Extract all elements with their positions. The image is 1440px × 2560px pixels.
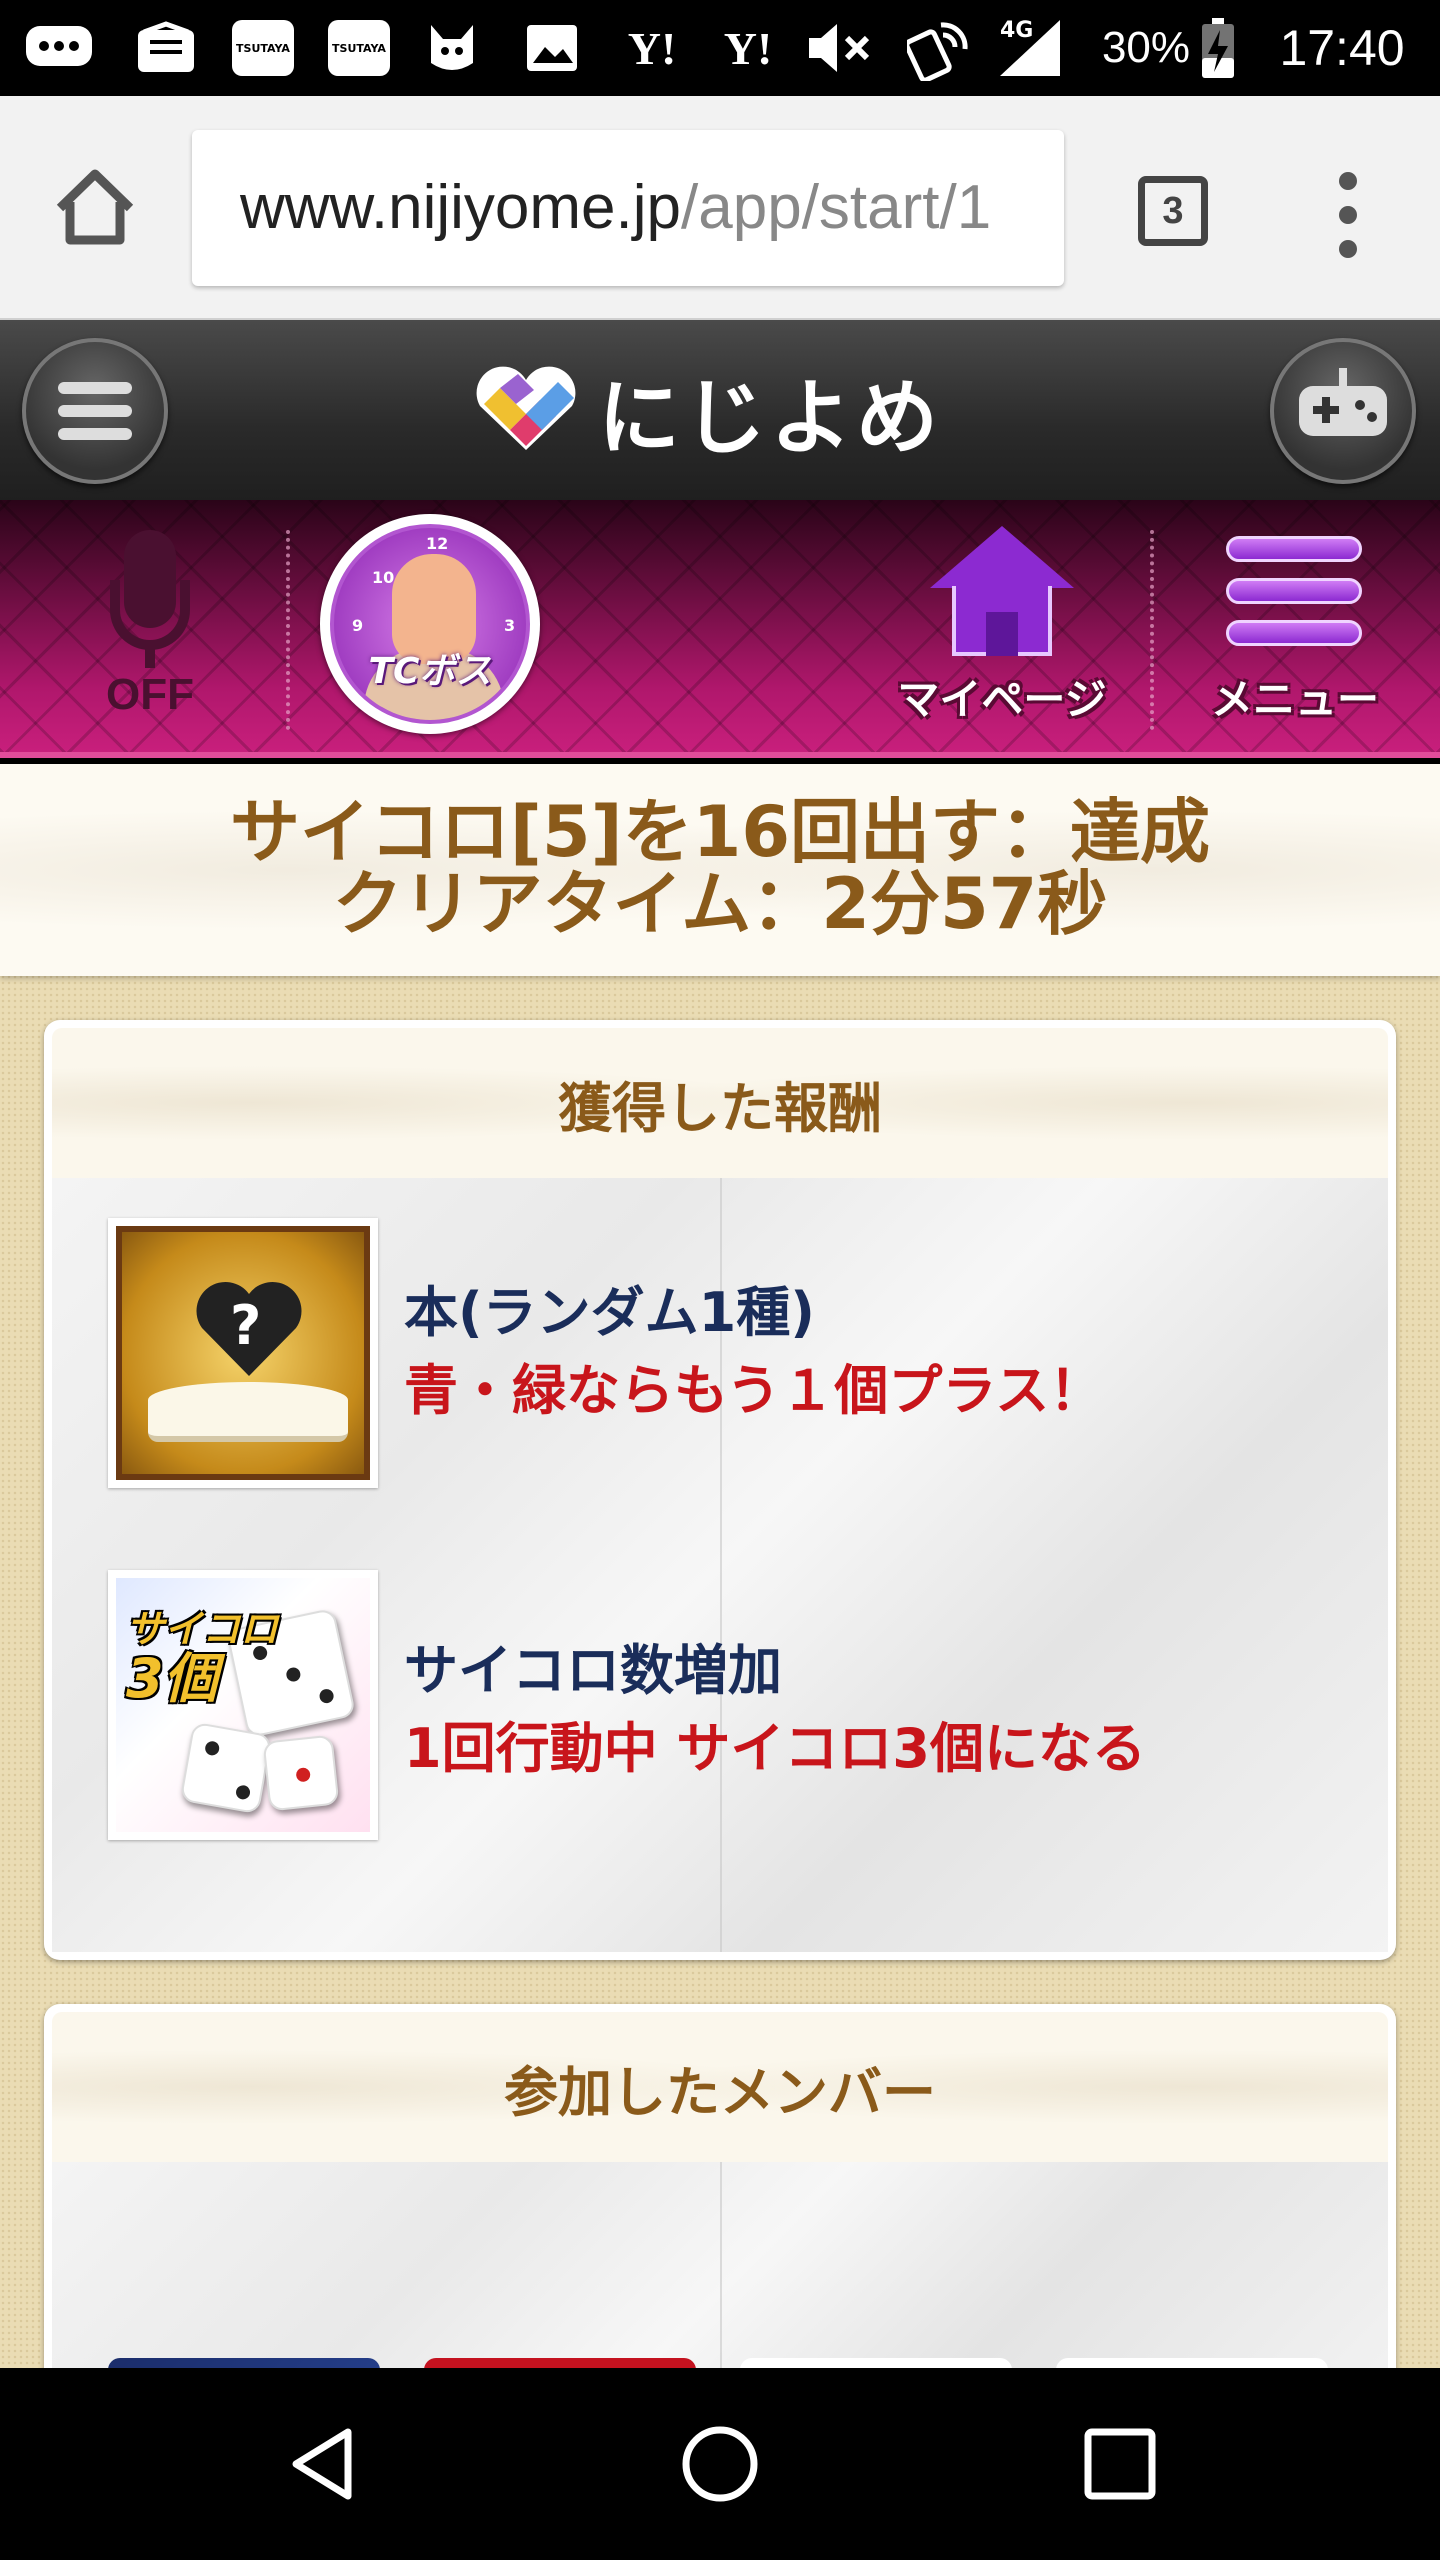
system-nav-bar (0, 2368, 1440, 2560)
clock: 17:40 (1279, 20, 1405, 76)
yahoo-icon: Y! (627, 22, 677, 74)
member-avatar[interactable] (1056, 2358, 1328, 2368)
game-menu-button[interactable]: メニュー (1190, 516, 1400, 746)
yahoo-icon: Y! (723, 22, 773, 74)
result-banner: サイコロ[5]を16回出す：達成 クリアタイム：2分57秒 (0, 764, 1440, 976)
site-menu-button[interactable] (22, 338, 168, 484)
url-path: /app/start/1 (681, 173, 992, 242)
status-bar: TSUTAYA TSUTAYA Y! Y! 4G 30% 17:40 (0, 0, 1440, 96)
game-menu-label: メニュー (1210, 675, 1379, 724)
url-bar[interactable]: www.nijiyome.jp/app/start/1 (192, 130, 1064, 286)
main-content: サイコロ[5]を16回出す：達成 クリアタイム：2分57秒 獲得した報酬 ? 本… (0, 764, 1440, 2368)
dice-thumb-label: サイコロ (126, 1607, 279, 1651)
reward-item[interactable]: サイコロ 3個 サイコロ数増加 1回行動中 サイコロ3個になる (108, 1570, 1328, 1840)
rewards-list: ? 本(ランダム1種) 青・緑ならもう１個プラス！ サイコロ 3個 サイコロ数増… (52, 1178, 1388, 1952)
reward-description: 青・緑ならもう１個プラス！ (404, 1359, 1104, 1422)
house-icon (930, 526, 1074, 588)
home-icon[interactable] (52, 164, 138, 250)
members-list (52, 2162, 1388, 2368)
hamburger-icon (58, 382, 132, 440)
tsutaya-icon: TSUTAYA (328, 20, 390, 76)
heart-check-icon (476, 366, 576, 450)
reward-title: サイコロ数増加 (404, 1639, 782, 1702)
member-avatar[interactable] (424, 2358, 696, 2368)
browser-toolbar: www.nijiyome.jp/app/start/1 3 (0, 96, 1440, 320)
rewards-card: 獲得した報酬 ? 本(ランダム1種) 青・緑ならもう１個プラス！ サイコロ 3個… (44, 1020, 1396, 1960)
mystery-book-icon: ? (108, 1218, 378, 1488)
tc-boss-avatar[interactable]: 12 3 9 10 TCボス (320, 514, 540, 734)
member-avatar[interactable] (108, 2358, 380, 2368)
gamepad-icon (1299, 368, 1387, 436)
reward-title: 本(ランダム1種) (404, 1281, 815, 1344)
voice-toggle-label: OFF (106, 670, 194, 719)
mypage-button[interactable]: マイページ (880, 516, 1124, 746)
overflow-menu-icon[interactable] (1330, 172, 1366, 258)
rewards-title: 獲得した報酬 (52, 1028, 1388, 1178)
mail-icon (134, 16, 198, 80)
tab-switcher-button[interactable]: 3 (1138, 176, 1208, 246)
game-controller-button[interactable] (1270, 338, 1416, 484)
menu-icon (1226, 536, 1362, 646)
recents-icon[interactable] (1080, 2424, 1160, 2504)
members-card: 参加したメンバー (44, 2004, 1396, 2368)
nijiyome-logo[interactable]: にじよめ (470, 360, 942, 466)
signal-icon: 4G (990, 16, 1064, 80)
battery-percent: 30% (1101, 23, 1191, 72)
dice-thumb-count: 3個 (126, 1647, 218, 1710)
game-nav-bar: OFF 12 3 9 10 TCボス マイページ メニュー (0, 500, 1440, 758)
tc-boss-label: TCボス (368, 651, 492, 692)
result-mission-line: サイコロ[5]を16回出す：達成 (229, 791, 1211, 873)
home-circle-icon[interactable] (680, 2424, 760, 2504)
battery-charging-icon (1196, 16, 1240, 80)
url-host: www.nijiyome.jp (240, 173, 682, 242)
member-avatar[interactable] (740, 2358, 1012, 2368)
dice-icon: サイコロ 3個 (108, 1570, 378, 1840)
mute-icon (804, 16, 876, 80)
logo-text: にじよめ (598, 370, 943, 466)
cat-app-icon (420, 16, 484, 80)
chat-bubble-icon (22, 16, 96, 80)
image-icon (522, 16, 582, 80)
reward-item[interactable]: ? 本(ランダム1種) 青・緑ならもう１個プラス！ (108, 1218, 1328, 1488)
back-icon[interactable] (282, 2424, 362, 2504)
mypage-label: マイページ (897, 675, 1107, 724)
reward-description: 1回行動中 サイコロ3個になる (404, 1717, 1146, 1780)
network-type-label: 4G (1000, 18, 1034, 43)
result-clear-time: クリアタイム：2分57秒 (332, 863, 1108, 945)
members-title: 参加したメンバー (52, 2012, 1388, 2162)
tsutaya-icon: TSUTAYA (232, 20, 294, 76)
site-header: にじよめ (0, 320, 1440, 500)
nfc-phone-icon (904, 16, 976, 81)
voice-toggle[interactable]: OFF (90, 520, 210, 740)
